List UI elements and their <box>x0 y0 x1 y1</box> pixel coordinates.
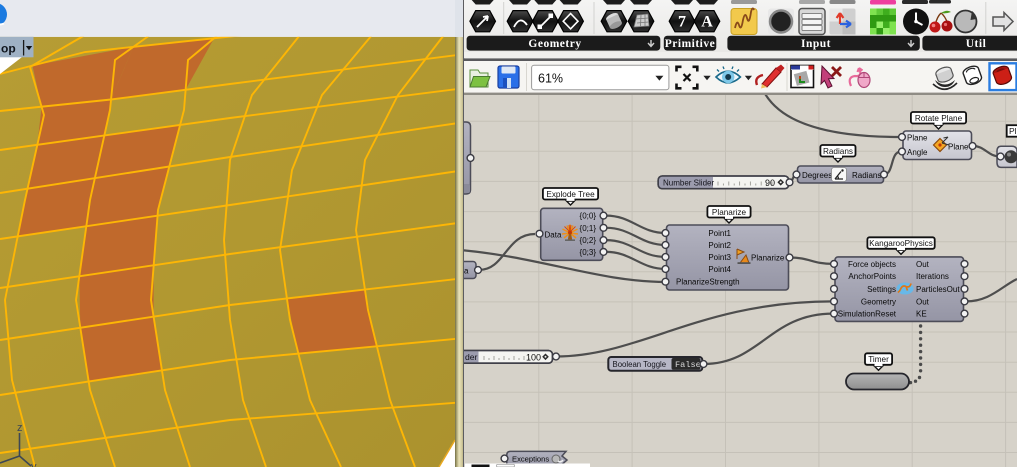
svg-text:SimulationReset: SimulationReset <box>838 310 897 319</box>
svg-text:Data: Data <box>545 230 562 239</box>
svg-text:Radians: Radians <box>852 171 881 180</box>
svg-text:Plane: Plane <box>948 143 969 152</box>
svg-text:Radians: Radians <box>823 147 853 156</box>
svg-text:90: 90 <box>765 178 775 188</box>
svg-text:Planarize: Planarize <box>712 208 747 217</box>
svg-text:Geometry: Geometry <box>528 38 581 50</box>
svg-text:z: z <box>17 422 23 434</box>
svg-text:{0;0}: {0;0} <box>580 212 597 221</box>
svg-text:ParticlesOut: ParticlesOut <box>916 285 960 294</box>
svg-text:Primitive: Primitive <box>665 38 715 50</box>
svg-text:Settings: Settings <box>867 285 896 294</box>
svg-text:KE: KE <box>916 310 927 319</box>
svg-text:Point2: Point2 <box>708 241 731 250</box>
svg-text:7: 7 <box>678 14 686 31</box>
svg-text:{0;3}: {0;3} <box>580 248 597 257</box>
svg-text:Util: Util <box>966 38 987 50</box>
svg-text:op: op <box>1 42 16 56</box>
svg-text:{0;1}: {0;1} <box>580 224 597 233</box>
svg-text:Rotate Plane: Rotate Plane <box>915 114 963 123</box>
svg-text:Timer: Timer <box>868 355 889 364</box>
svg-text:a: a <box>464 267 469 276</box>
svg-text:A: A <box>701 14 713 31</box>
svg-text:Point1: Point1 <box>708 229 731 238</box>
svg-text:Out: Out <box>916 297 930 306</box>
svg-text:Point4: Point4 <box>708 265 731 274</box>
svg-text:Boolean Toggle: Boolean Toggle <box>613 360 667 369</box>
svg-text:61%: 61% <box>538 71 563 85</box>
svg-text:Point3: Point3 <box>708 253 731 262</box>
svg-text:Planarize: Planarize <box>751 254 785 263</box>
svg-text:Input: Input <box>801 38 831 50</box>
svg-text:Angle: Angle <box>907 148 928 157</box>
svg-text:der: der <box>465 352 478 362</box>
svg-text:False: False <box>675 360 701 370</box>
svg-text:Force objects: Force objects <box>848 260 896 269</box>
svg-text:Degrees: Degrees <box>802 171 832 180</box>
svg-text:Number Slider: Number Slider <box>663 179 714 188</box>
svg-text:AnchorPoints: AnchorPoints <box>848 272 896 281</box>
svg-text:Exceptions: Exceptions <box>512 455 549 464</box>
svg-text:Out: Out <box>916 260 930 269</box>
svg-text:Plane: Plane <box>907 134 928 143</box>
svg-text:PlanarizeStrength: PlanarizeStrength <box>676 278 740 287</box>
svg-text:Iterations: Iterations <box>916 272 949 281</box>
svg-text:Pl: Pl <box>1009 126 1017 136</box>
svg-text:KangarooPhysics: KangarooPhysics <box>869 239 933 248</box>
svg-text:100: 100 <box>526 352 541 362</box>
svg-text:Explode Tree: Explode Tree <box>546 190 595 199</box>
svg-text:y: y <box>31 461 37 467</box>
svg-text:{0;2}: {0;2} <box>580 236 597 245</box>
svg-text:Geometry: Geometry <box>861 297 896 306</box>
